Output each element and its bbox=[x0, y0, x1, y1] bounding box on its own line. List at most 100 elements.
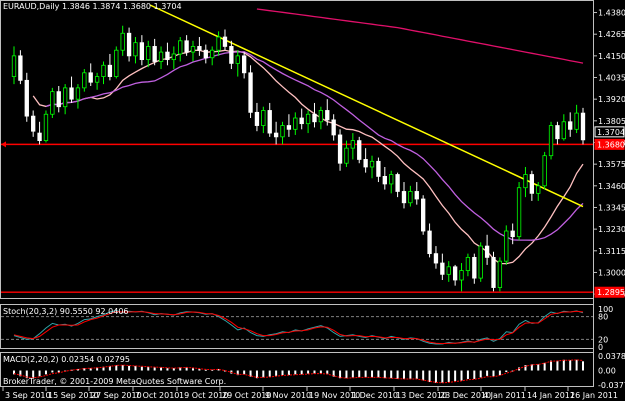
candle-bear[interactable] bbox=[331, 119, 336, 136]
candle-bull[interactable] bbox=[178, 40, 183, 55]
candle-bear[interactable] bbox=[273, 132, 279, 138]
candle-bear[interactable] bbox=[395, 174, 400, 192]
candle-bull[interactable] bbox=[280, 125, 285, 138]
candle-bull[interactable] bbox=[216, 36, 221, 51]
candle-bear[interactable] bbox=[203, 49, 208, 59]
ma-fast-line[interactable] bbox=[32, 49, 584, 265]
candle-bull[interactable] bbox=[158, 51, 164, 62]
chart-canvas[interactable]: 1.4380 1.4265 1.4150 1.4035 1.3920 1.3805 1.36… bbox=[0, 0, 625, 401]
candle-bull[interactable] bbox=[190, 46, 196, 53]
candle-bull[interactable] bbox=[11, 55, 17, 77]
candle-bear[interactable] bbox=[555, 125, 560, 140]
candle-bull[interactable] bbox=[261, 110, 266, 126]
trendline[interactable] bbox=[149, 4, 584, 208]
candle-bear[interactable] bbox=[254, 111, 260, 126]
candle-bull[interactable] bbox=[561, 121, 566, 140]
candle-bear[interactable] bbox=[241, 55, 247, 74]
candle-bull[interactable] bbox=[497, 260, 503, 288]
candle-bear[interactable] bbox=[139, 42, 145, 61]
candle-bull[interactable] bbox=[446, 266, 451, 275]
candle-bear[interactable] bbox=[440, 262, 445, 275]
candle-bear[interactable] bbox=[229, 46, 234, 64]
candle-bull[interactable] bbox=[542, 155, 547, 187]
candle-bear[interactable] bbox=[529, 174, 535, 194]
candle-bull[interactable] bbox=[408, 191, 413, 204]
candle-bull[interactable] bbox=[293, 117, 298, 130]
candle-bull[interactable] bbox=[369, 160, 375, 168]
candle-bear[interactable] bbox=[325, 110, 330, 121]
candle-bear[interactable] bbox=[248, 72, 253, 113]
candle-bull[interactable] bbox=[101, 64, 106, 77]
candle-bear[interactable] bbox=[88, 72, 93, 83]
candle-bull[interactable] bbox=[344, 147, 349, 164]
candle-bull[interactable] bbox=[94, 76, 100, 83]
candle-bear[interactable] bbox=[222, 36, 228, 47]
candle-bull[interactable] bbox=[516, 187, 522, 238]
candle-bear[interactable] bbox=[152, 46, 157, 62]
candle-bull[interactable] bbox=[62, 87, 68, 108]
candle-bull[interactable] bbox=[210, 49, 215, 59]
macd-bar bbox=[140, 366, 143, 371]
candle-bear[interactable] bbox=[376, 160, 381, 177]
macd-bar bbox=[460, 370, 463, 381]
candle-bull[interactable] bbox=[536, 185, 541, 194]
candle-bull[interactable] bbox=[82, 72, 87, 89]
candle-bear[interactable] bbox=[197, 46, 202, 51]
candle-bull[interactable] bbox=[50, 91, 55, 115]
candle-bull[interactable] bbox=[146, 46, 151, 61]
candle-bear[interactable] bbox=[18, 55, 23, 81]
candle-bull[interactable] bbox=[305, 113, 311, 125]
candle-bull[interactable] bbox=[548, 125, 554, 157]
candle-bear[interactable] bbox=[165, 51, 170, 61]
candle-bear[interactable] bbox=[267, 110, 272, 134]
candle-bull[interactable] bbox=[350, 140, 356, 149]
candle-bull[interactable] bbox=[389, 174, 394, 185]
candle-bear[interactable] bbox=[568, 121, 573, 130]
candle-bull[interactable] bbox=[75, 87, 81, 100]
candle-bear[interactable] bbox=[414, 191, 419, 200]
candle-bull[interactable] bbox=[465, 256, 471, 271]
candle-bull[interactable] bbox=[459, 270, 464, 281]
candle-bear[interactable] bbox=[286, 125, 292, 130]
candle-bull[interactable] bbox=[114, 49, 119, 77]
candle-bear[interactable] bbox=[472, 256, 477, 279]
candle-bear[interactable] bbox=[56, 91, 61, 108]
candle-bear[interactable] bbox=[337, 134, 343, 164]
candle-bear[interactable] bbox=[433, 253, 439, 264]
candle-bear[interactable] bbox=[24, 79, 29, 117]
candle-bull[interactable] bbox=[235, 55, 240, 64]
ma-mid-line[interactable] bbox=[45, 51, 584, 241]
candle-bull[interactable] bbox=[171, 53, 176, 61]
candle-bull[interactable] bbox=[318, 110, 324, 123]
candle-bear[interactable] bbox=[312, 113, 317, 123]
candle-bear[interactable] bbox=[69, 87, 74, 100]
candle-bear[interactable] bbox=[421, 198, 426, 232]
candle-bull[interactable] bbox=[133, 42, 138, 57]
candle-bull[interactable] bbox=[523, 174, 528, 189]
candle-bull[interactable] bbox=[120, 32, 125, 51]
candle-bear[interactable] bbox=[37, 132, 42, 142]
candle-bear[interactable] bbox=[107, 64, 113, 77]
candle-bear[interactable] bbox=[184, 40, 189, 53]
candle-bull[interactable] bbox=[574, 112, 579, 130]
candle-bull[interactable] bbox=[478, 245, 483, 279]
candle-bear[interactable] bbox=[382, 175, 387, 185]
candle-bear[interactable] bbox=[491, 256, 496, 288]
candle-bear[interactable] bbox=[363, 159, 368, 168]
candle-bear[interactable] bbox=[126, 32, 132, 57]
main-price-pane[interactable] bbox=[1, 4, 593, 293]
metatrader-chart-window[interactable]: 1.4380 1.4265 1.4150 1.4035 1.3920 1.3805 1.36… bbox=[0, 0, 625, 401]
candle-bull[interactable] bbox=[43, 113, 49, 142]
candle-bear[interactable] bbox=[452, 266, 458, 281]
ma-slow-line[interactable] bbox=[256, 8, 584, 64]
candle-bull[interactable] bbox=[504, 230, 509, 262]
candle-bear[interactable] bbox=[31, 115, 36, 132]
candle-bear[interactable] bbox=[510, 230, 515, 238]
candle-bear[interactable] bbox=[299, 117, 304, 125]
macd-bar bbox=[575, 359, 578, 371]
candle-bear[interactable] bbox=[580, 112, 586, 141]
candle-bear[interactable] bbox=[427, 230, 432, 255]
candle-bear[interactable] bbox=[484, 245, 490, 258]
candle-bear[interactable] bbox=[401, 191, 407, 204]
candle-bear[interactable] bbox=[357, 140, 362, 160]
